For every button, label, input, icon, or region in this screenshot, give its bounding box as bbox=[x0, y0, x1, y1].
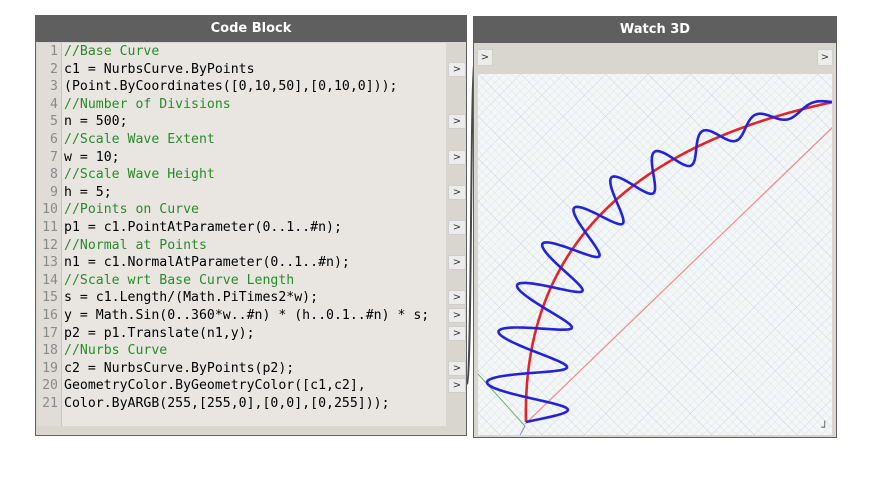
code-statement: n1 = c1.NormalAtParameter(0..1..#n); bbox=[64, 255, 350, 271]
watch3d-port-bar: > > bbox=[475, 44, 835, 72]
line-number: 8 bbox=[50, 167, 58, 183]
line-number: 12 bbox=[42, 237, 58, 253]
code-comment: //Points on Curve bbox=[64, 202, 199, 218]
output-port-line-16[interactable]: > bbox=[448, 308, 466, 323]
code-statement: (Point.ByCoordinates([0,10,50],[0,10,0])… bbox=[64, 79, 398, 95]
output-port-line-5[interactable]: > bbox=[448, 114, 466, 130]
code-statement: w = 10; bbox=[64, 149, 120, 165]
line-number: 5 bbox=[50, 114, 58, 130]
output-port-line-13[interactable]: > bbox=[448, 255, 466, 271]
line-number: 11 bbox=[42, 220, 58, 235]
line-number: 4 bbox=[50, 96, 58, 112]
code-editor[interactable]: 1 //Base Curve 2 c1 = NurbsCurve.ByPoints 3 (… bbox=[38, 43, 446, 426]
output-port-line-11[interactable]: > bbox=[448, 220, 466, 235]
watch3d-input-port[interactable]: > bbox=[477, 49, 493, 66]
line-number: 3 bbox=[50, 79, 58, 95]
code-statement: c2 = NurbsCurve.ByPoints(p2); bbox=[64, 360, 295, 376]
line-number: 2 bbox=[50, 61, 58, 77]
viewport-canvas[interactable] bbox=[478, 74, 832, 435]
output-port-line-2[interactable]: > bbox=[448, 61, 466, 77]
line-number: 6 bbox=[50, 132, 58, 147]
line-number: 18 bbox=[42, 343, 58, 359]
code-comment: //Number of Divisions bbox=[64, 96, 231, 112]
output-port-line-7[interactable]: > bbox=[448, 149, 466, 165]
output-port-line-9[interactable]: > bbox=[448, 184, 466, 200]
code-block-title: Code Block bbox=[36, 16, 466, 42]
code-statement: h = 5; bbox=[64, 184, 112, 200]
line-number: 13 bbox=[42, 255, 58, 271]
line-number: 15 bbox=[42, 290, 58, 306]
code-statement: GeometryColor.ByGeometryColor([c1,c2], bbox=[64, 378, 366, 394]
line-number: 19 bbox=[42, 360, 58, 376]
code-statement: n = 500; bbox=[64, 114, 128, 130]
code-comment: //Nurbs Curve bbox=[64, 343, 168, 359]
line-number: 17 bbox=[42, 325, 58, 341]
grid-background-b bbox=[478, 74, 832, 435]
output-port-line-19[interactable]: > bbox=[448, 360, 466, 376]
line-number: 1 bbox=[50, 44, 58, 59]
code-block-node[interactable]: Code Block 1 //Base Curve 2 c1 = NurbsCurve… bbox=[35, 15, 467, 436]
line-number: 10 bbox=[42, 202, 58, 218]
line-number: 21 bbox=[42, 396, 58, 411]
code-statement: Color.ByARGB(255,[255,0],[0,0],[0,255]))… bbox=[64, 396, 390, 411]
code-comment: //Scale Wave Extent bbox=[64, 132, 215, 147]
line-number: 9 bbox=[50, 184, 58, 200]
watch3d-output-port[interactable]: > bbox=[817, 49, 833, 66]
output-port-line-17[interactable]: > bbox=[448, 325, 466, 341]
code-statement: p1 = c1.PointAtParameter(0..1..#n); bbox=[64, 220, 342, 235]
output-port-line-20[interactable]: > bbox=[448, 378, 466, 394]
code-comment: //Base Curve bbox=[64, 44, 160, 59]
line-number: 14 bbox=[42, 272, 58, 288]
watch3d-title: Watch 3D bbox=[474, 17, 836, 43]
code-comment: //Scale wrt Base Curve Length bbox=[64, 272, 295, 288]
line-number: 16 bbox=[42, 308, 58, 323]
code-statement: y = Math.Sin(0..360*w..#n) * (h..0.1..#n… bbox=[64, 308, 430, 323]
line-number: 20 bbox=[42, 378, 58, 394]
3d-viewport[interactable]: ┘ bbox=[478, 74, 832, 435]
code-statement: p2 = p1.Translate(n1,y); bbox=[64, 325, 255, 341]
output-port-line-15[interactable]: > bbox=[448, 290, 466, 306]
resize-handle-icon[interactable]: ┘ bbox=[821, 421, 828, 434]
watch3d-node[interactable]: Watch 3D > > ┘ bbox=[473, 16, 837, 438]
line-number: 7 bbox=[50, 149, 58, 165]
code-statement: c1 = NurbsCurve.ByPoints bbox=[64, 61, 255, 77]
code-comment: //Normal at Points bbox=[64, 237, 207, 253]
code-comment: //Scale Wave Height bbox=[64, 167, 215, 183]
code-statement: s = c1.Length/(Math.PiTimes2*w); bbox=[64, 290, 319, 306]
